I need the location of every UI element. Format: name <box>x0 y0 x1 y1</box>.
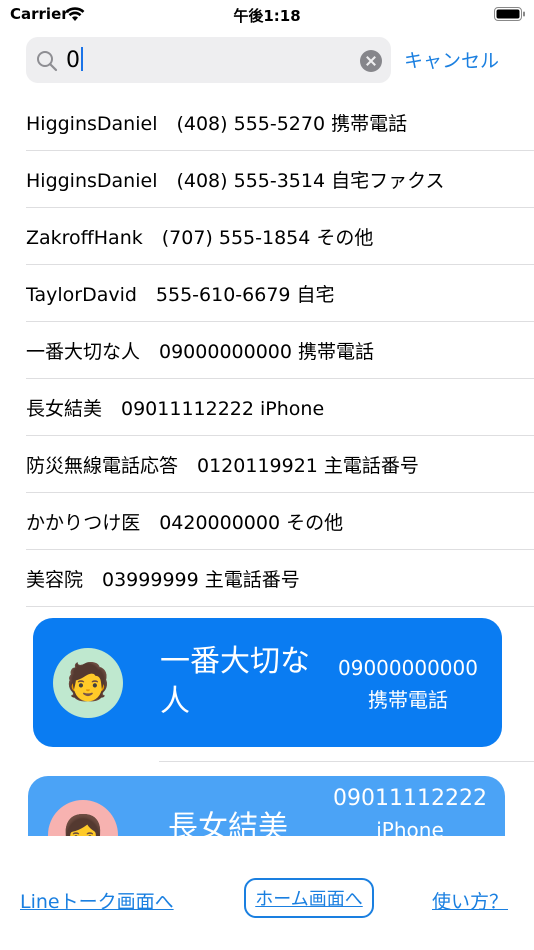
search-icon <box>37 51 58 72</box>
line-talk-link[interactable]: Lineトーク画面へ <box>20 887 174 914</box>
home-button-label: ホーム画面へ <box>255 889 363 910</box>
card-phone-label: 携帯電話 <box>368 688 448 712</box>
status-time: 午後1:18 <box>233 7 301 25</box>
card-number: 09000000000 <box>338 656 478 680</box>
card-name: 長女結美 <box>168 810 288 836</box>
list-item[interactable]: 防災無線電話応答 0120119921 主電話番号 <box>26 436 534 493</box>
list-item[interactable]: HigginsDaniel (408) 555-5270 携帯電話 <box>26 94 534 151</box>
person-icon: 👩 <box>60 814 106 837</box>
how-to-link[interactable]: 使い方？ <box>432 887 508 914</box>
contact-list: HigginsDaniel (408) 555-5270 携帯電話 Higgin… <box>26 94 534 607</box>
contact-card[interactable]: 👩 長女結美 09011112222 iPhone <box>28 776 505 836</box>
list-item[interactable]: かかりつけ医 0420000000 その他 <box>26 493 534 550</box>
home-button[interactable]: ホーム画面へ <box>244 878 374 918</box>
cancel-button[interactable]: キャンセル <box>404 46 499 73</box>
battery-icon <box>494 7 525 21</box>
clear-icon[interactable] <box>360 50 382 72</box>
list-item[interactable]: HigginsDaniel (408) 555-3514 自宅ファクス <box>26 151 534 208</box>
person-icon: 🧑 <box>65 662 111 703</box>
avatar: 🧑 <box>53 648 123 718</box>
list-item[interactable]: 長女結美 09011112222 iPhone <box>26 379 534 436</box>
search-input-value: 0 <box>66 48 80 73</box>
status-bar: Carrier 午後1:18 <box>0 0 534 30</box>
contact-card[interactable]: 🧑 一番大切な人 09000000000 携帯電話 <box>33 618 502 747</box>
list-item[interactable]: 美容院 03999999 主電話番号 <box>26 550 534 607</box>
search-field[interactable]: 0 <box>26 37 391 83</box>
list-item[interactable]: TaylorDavid 555-610-6679 自宅 <box>26 265 534 322</box>
list-item[interactable]: ZakroffHank (707) 555-1854 その他 <box>26 208 534 265</box>
text-caret <box>81 47 83 71</box>
list-item[interactable]: 一番大切な人 09000000000 携帯電話 <box>26 322 534 379</box>
contact-cards: 🧑 一番大切な人 09000000000 携帯電話 👩 長女結美 0901111… <box>0 606 534 836</box>
avatar: 👩 <box>48 800 118 836</box>
card-name: 一番大切な人 <box>160 644 310 719</box>
card-number: 09011112222 <box>333 786 487 811</box>
divider <box>159 761 534 762</box>
card-phone-label: iPhone <box>376 818 444 836</box>
search-input[interactable]: 0 <box>66 47 83 73</box>
